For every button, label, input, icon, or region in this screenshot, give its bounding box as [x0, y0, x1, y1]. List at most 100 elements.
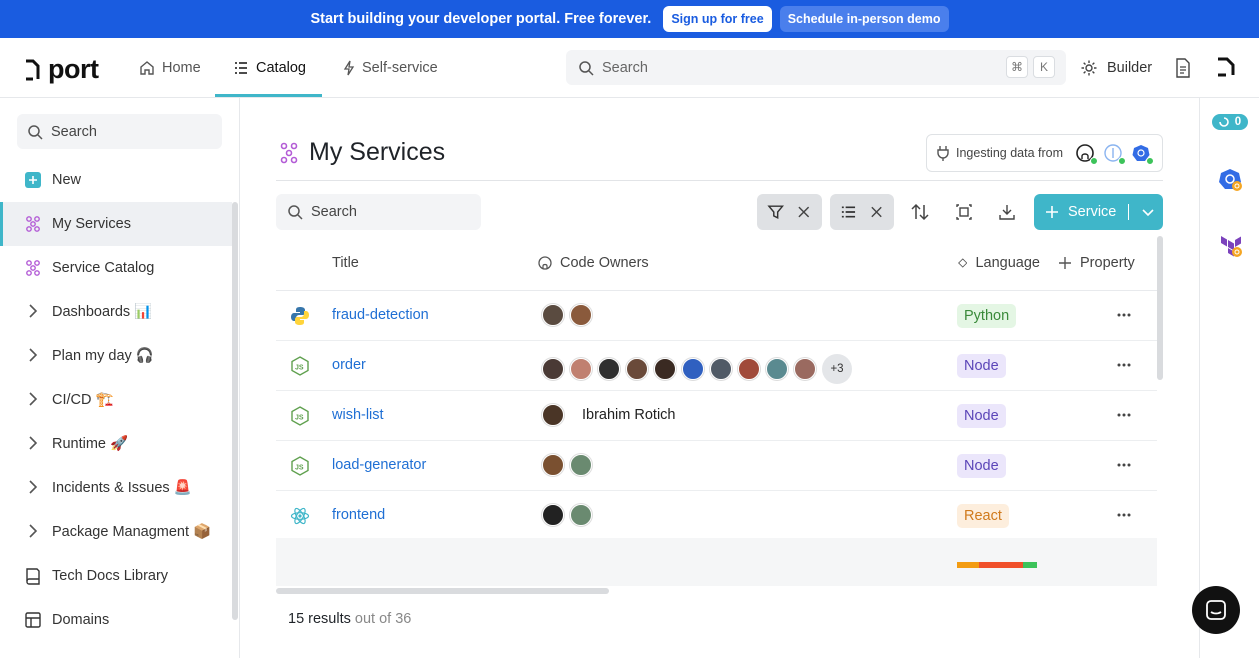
filter-chip[interactable]	[757, 194, 822, 230]
row-actions-button[interactable]	[1114, 455, 1134, 475]
avatar[interactable]	[542, 454, 564, 476]
sidebar-item-package-management[interactable]: Package Managment 📦	[0, 509, 232, 553]
ingesting-data-panel[interactable]: Ingesting data from	[926, 134, 1163, 172]
plus-icon	[1046, 206, 1058, 218]
docs-button[interactable]	[1174, 58, 1192, 83]
sort-button[interactable]	[910, 202, 930, 222]
clear-filter-icon[interactable]	[796, 204, 812, 220]
sidebar-item-label: Runtime 🚀	[52, 435, 129, 452]
tab-catalog[interactable]: Catalog	[233, 38, 306, 97]
org-switcher[interactable]	[1216, 57, 1236, 82]
avatar[interactable]	[542, 358, 564, 380]
download-icon	[999, 205, 1015, 220]
avatar[interactable]	[570, 504, 592, 526]
code-owners	[542, 304, 592, 326]
avatar[interactable]	[542, 304, 564, 326]
add-service-button[interactable]: Service	[1034, 194, 1163, 230]
support-chat-button[interactable]	[1192, 586, 1240, 634]
sidebar-item-service-catalog[interactable]: Service Catalog	[0, 246, 232, 290]
signup-button[interactable]: Sign up for free	[663, 6, 772, 32]
kubernetes-integration-icon[interactable]	[1219, 168, 1243, 197]
avatar[interactable]	[598, 358, 620, 380]
sidebar-item-dashboards[interactable]: Dashboards 📊	[0, 289, 232, 333]
schedule-demo-button[interactable]: Schedule in-person demo	[779, 6, 949, 32]
sidebar-item-domains[interactable]: Domains	[0, 598, 232, 642]
add-property-button[interactable]: Property	[1058, 236, 1135, 290]
right-rail: 0	[1199, 98, 1259, 658]
row-actions-button[interactable]	[1114, 305, 1134, 325]
table-horizontal-scrollbar[interactable]	[276, 588, 609, 594]
column-header-label: Code Owners	[560, 255, 649, 271]
chevron-down-icon[interactable]	[1141, 205, 1155, 219]
blueprint-icon	[280, 142, 298, 163]
blueprint-icon	[24, 259, 42, 277]
table-search-input[interactable]: Search	[276, 194, 481, 230]
sidebar-item-runtime[interactable]: Runtime 🚀	[0, 421, 232, 465]
terraform-integration-icon[interactable]	[1219, 234, 1243, 263]
row-actions-button[interactable]	[1114, 355, 1134, 375]
clear-group-icon[interactable]	[869, 204, 884, 220]
table-row[interactable]: frontend React	[276, 491, 1157, 541]
columns-icon	[956, 204, 972, 220]
organization-logo-icon	[1218, 57, 1235, 77]
port-logo[interactable]: port	[24, 54, 99, 85]
sidebar-search-input[interactable]: Search	[17, 114, 222, 149]
ingesting-label: Ingesting data from	[956, 146, 1064, 160]
sidebar-item-incidents[interactable]: Incidents & Issues 🚨	[0, 465, 232, 509]
column-header-title[interactable]: Title	[332, 236, 359, 290]
row-actions-button[interactable]	[1114, 405, 1134, 425]
port-logo-icon	[26, 59, 40, 80]
top-navigation: port Home Catalog Self-service Search ⌘ …	[0, 38, 1259, 98]
avatar[interactable]	[542, 504, 564, 526]
tab-home[interactable]: Home	[139, 38, 201, 97]
table-row[interactable]: JS wish-list Ibrahim Rotich Node	[276, 391, 1157, 441]
sidebar-item-plan-my-day[interactable]: Plan my day 🎧	[0, 333, 232, 377]
chevron-right-icon	[24, 478, 42, 496]
chevron-right-icon	[24, 390, 42, 408]
avatar[interactable]	[738, 358, 760, 380]
running-actions-badge[interactable]: 0	[1212, 114, 1248, 130]
hide-columns-button[interactable]	[954, 202, 974, 222]
list-icon	[841, 206, 856, 218]
more-owners-badge[interactable]: +3	[822, 354, 852, 384]
sidebar-item-my-services[interactable]: My Services	[0, 202, 232, 246]
column-header-code-owners[interactable]: Code Owners	[538, 236, 649, 290]
table-row[interactable]: JS order +3 Node	[276, 341, 1157, 391]
builder-button[interactable]: Builder	[1080, 38, 1152, 97]
avatar[interactable]	[654, 358, 676, 380]
sidebar-scrollbar[interactable]	[232, 202, 238, 620]
avatar[interactable]	[570, 304, 592, 326]
sidebar-item-tech-docs[interactable]: Tech Docs Library	[0, 554, 232, 598]
column-header-language[interactable]: Language	[958, 236, 1040, 290]
chevron-right-icon	[24, 434, 42, 452]
shortcut-cmd-key: ⌘	[1006, 56, 1028, 78]
table-vertical-scrollbar[interactable]	[1157, 236, 1163, 380]
service-title-link[interactable]: wish-list	[332, 407, 384, 423]
avatar[interactable]	[626, 358, 648, 380]
service-title-link[interactable]: order	[332, 357, 366, 373]
avatar[interactable]	[794, 358, 816, 380]
avatar[interactable]	[570, 358, 592, 380]
service-title-link[interactable]: fraud-detection	[332, 307, 429, 323]
service-title-link[interactable]: load-generator	[332, 457, 426, 473]
avatar[interactable]	[542, 404, 564, 426]
sidebar-item-ci-cd[interactable]: CI/CD 🏗️	[0, 377, 232, 421]
tab-self-service[interactable]: Self-service	[343, 38, 438, 97]
global-search-input[interactable]: Search ⌘ K	[566, 50, 1066, 85]
sidebar-item-new[interactable]: New	[0, 158, 232, 202]
group-by-chip[interactable]	[830, 194, 894, 230]
avatar[interactable]	[766, 358, 788, 380]
export-button[interactable]	[997, 202, 1017, 222]
avatar[interactable]	[570, 454, 592, 476]
table-icon	[24, 611, 42, 629]
table-row[interactable]: JS load-generator Node	[276, 441, 1157, 491]
distribution-segment	[957, 562, 979, 568]
avatar[interactable]	[710, 358, 732, 380]
table-row[interactable]: fraud-detection Python	[276, 291, 1157, 341]
sidebar-item-label: Package Managment 📦	[52, 523, 212, 540]
kubernetes-icon	[1131, 143, 1155, 165]
service-title-link[interactable]: frontend	[332, 507, 385, 523]
sidebar-item-label: Incidents & Issues 🚨	[52, 479, 192, 496]
avatar[interactable]	[682, 358, 704, 380]
row-actions-button[interactable]	[1114, 505, 1134, 525]
